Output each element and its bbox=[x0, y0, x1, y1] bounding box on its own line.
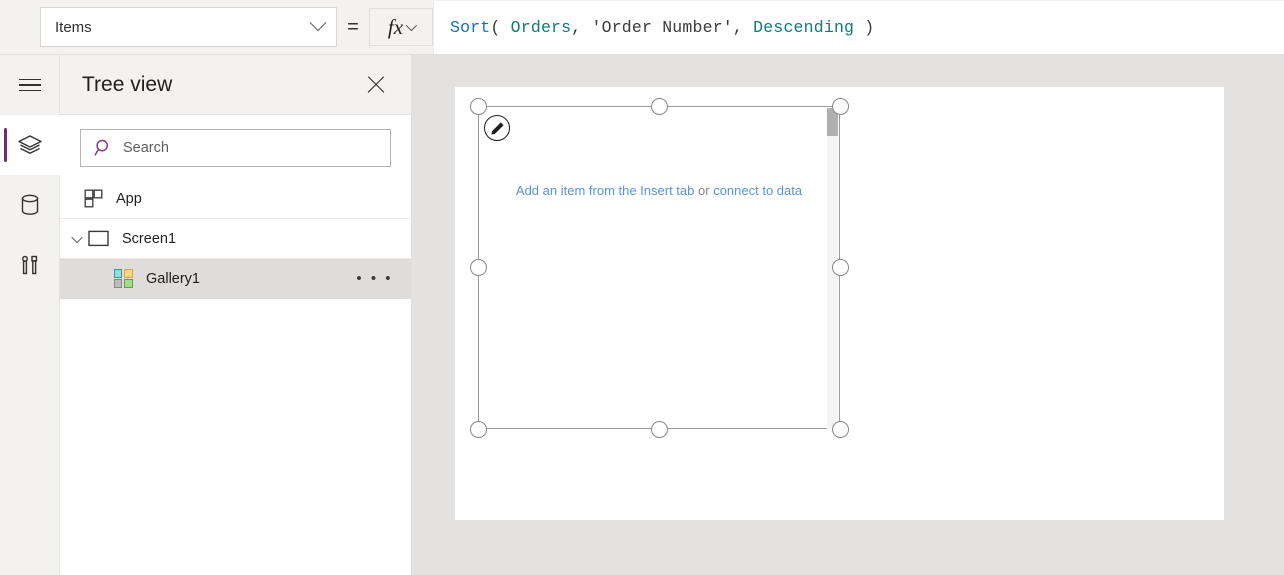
tree-item-app[interactable]: App bbox=[60, 179, 411, 219]
fx-label: fx bbox=[388, 17, 403, 38]
resize-handle-w[interactable] bbox=[470, 259, 487, 276]
formula-token: ( bbox=[490, 18, 510, 37]
chevron-down-icon[interactable] bbox=[68, 235, 86, 243]
formula-input[interactable]: Sort( Orders, 'Order Number', Descending… bbox=[433, 1, 1284, 54]
equals-sign: = bbox=[337, 17, 369, 37]
resize-handle-n[interactable] bbox=[651, 98, 668, 115]
search-input[interactable]: Search bbox=[80, 129, 391, 167]
hamburger-menu-icon bbox=[19, 75, 41, 96]
hamburger-menu-button[interactable] bbox=[0, 55, 60, 115]
tools-icon bbox=[18, 252, 42, 278]
resize-handle-e[interactable] bbox=[832, 259, 849, 276]
resize-handle-se[interactable] bbox=[832, 421, 849, 438]
close-icon[interactable] bbox=[363, 72, 389, 98]
layers-icon bbox=[17, 132, 43, 158]
tree-view-header: Tree view bbox=[60, 55, 411, 115]
gallery-icon bbox=[110, 269, 136, 288]
sidebar-item-data[interactable] bbox=[0, 175, 60, 235]
connect-to-data-link[interactable]: connect to data bbox=[713, 183, 802, 198]
insert-tab-link[interactable]: Add an item from the Insert tab bbox=[516, 183, 694, 198]
database-icon bbox=[18, 192, 42, 218]
screen-icon bbox=[86, 230, 112, 247]
tree-item-more-button[interactable]: • • • bbox=[356, 270, 397, 287]
fx-button[interactable]: fx bbox=[369, 8, 433, 46]
formula-token: Sort bbox=[450, 18, 490, 37]
tree-item-screen1[interactable]: Screen1 bbox=[60, 219, 411, 259]
formula-token: Orders bbox=[511, 18, 572, 37]
formula-token: 'Order Number' bbox=[591, 18, 732, 37]
pencil-icon bbox=[490, 121, 505, 136]
sidebar-item-tree-view[interactable] bbox=[0, 115, 60, 175]
app-screen[interactable]: Add an item from the Insert tab or conne… bbox=[455, 87, 1224, 520]
resize-handle-nw[interactable] bbox=[470, 98, 487, 115]
gallery-control-selected[interactable]: Add an item from the Insert tab or conne… bbox=[478, 106, 840, 429]
formula-token: ) bbox=[854, 18, 874, 37]
edit-badge-button[interactable] bbox=[484, 115, 510, 141]
hint-or-text: or bbox=[694, 183, 713, 198]
search-container: Search bbox=[60, 115, 411, 179]
formula-token: , bbox=[733, 18, 753, 37]
tree-item-gallery1[interactable]: Gallery1 • • • bbox=[60, 259, 411, 299]
tree-view-panel: Tree view Search App Sc bbox=[60, 55, 412, 575]
canvas-area[interactable]: Add an item from the Insert tab or conne… bbox=[412, 55, 1284, 575]
search-icon bbox=[94, 138, 114, 158]
tree-item-label: Screen1 bbox=[122, 231, 397, 247]
icon-rail bbox=[0, 55, 60, 575]
sidebar-item-insert[interactable] bbox=[0, 235, 60, 295]
formula-token: Descending bbox=[753, 18, 854, 37]
app-icon bbox=[80, 189, 106, 208]
chevron-down-icon bbox=[406, 20, 417, 31]
formula-bar: Items = fx Sort( Orders, 'Order Number',… bbox=[0, 0, 1284, 55]
search-placeholder: Search bbox=[123, 140, 169, 156]
formula-token: , bbox=[571, 18, 591, 37]
resize-handle-sw[interactable] bbox=[470, 421, 487, 438]
tree-item-label: App bbox=[116, 191, 397, 207]
property-dropdown[interactable]: Items bbox=[40, 7, 337, 47]
panel-title: Tree view bbox=[82, 73, 363, 97]
property-dropdown-value: Items bbox=[55, 20, 312, 35]
resize-handle-s[interactable] bbox=[651, 421, 668, 438]
chevron-down-icon bbox=[310, 14, 327, 31]
tree-item-label: Gallery1 bbox=[146, 271, 356, 287]
resize-handle-ne[interactable] bbox=[832, 98, 849, 115]
gallery-empty-hint: Add an item from the Insert tab or conne… bbox=[479, 183, 839, 198]
